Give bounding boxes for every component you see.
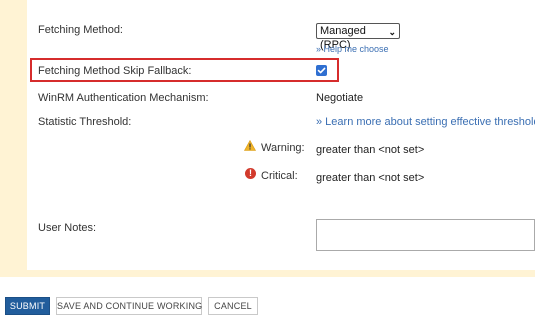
winrm-value: Negotiate	[316, 92, 364, 104]
help-me-choose-link[interactable]: » Help me choose	[316, 44, 389, 54]
warning-icon	[244, 140, 256, 151]
winrm-label: WinRM Authentication Mechanism:	[38, 92, 209, 104]
critical-value: greater than <not set>	[316, 172, 425, 184]
warning-value: greater than <not set>	[316, 144, 425, 156]
skip-fallback-label: Fetching Method Skip Fallback:	[38, 65, 192, 77]
warning-label: Warning:	[261, 142, 305, 154]
cancel-button[interactable]: CANCEL	[208, 297, 258, 315]
user-notes-textarea[interactable]	[316, 219, 535, 251]
chevron-down-icon: ⌄	[388, 27, 396, 37]
fetching-method-label: Fetching Method:	[38, 24, 123, 36]
statistic-threshold-label: Statistic Threshold:	[38, 116, 132, 128]
submit-button[interactable]: SUBMIT	[5, 297, 50, 315]
save-and-continue-button[interactable]: SAVE AND CONTINUE WORKING	[56, 297, 202, 315]
fetching-method-select[interactable]: Managed (RPC) ⌄	[316, 23, 400, 51]
critical-label: Critical:	[261, 170, 298, 182]
skip-fallback-checkbox[interactable]	[316, 65, 327, 76]
critical-icon: !	[245, 168, 256, 179]
learn-thresholds-link[interactable]: » Learn more about setting effective thr…	[316, 116, 535, 128]
checkmark-icon	[317, 67, 326, 74]
user-notes-label: User Notes:	[38, 222, 97, 234]
